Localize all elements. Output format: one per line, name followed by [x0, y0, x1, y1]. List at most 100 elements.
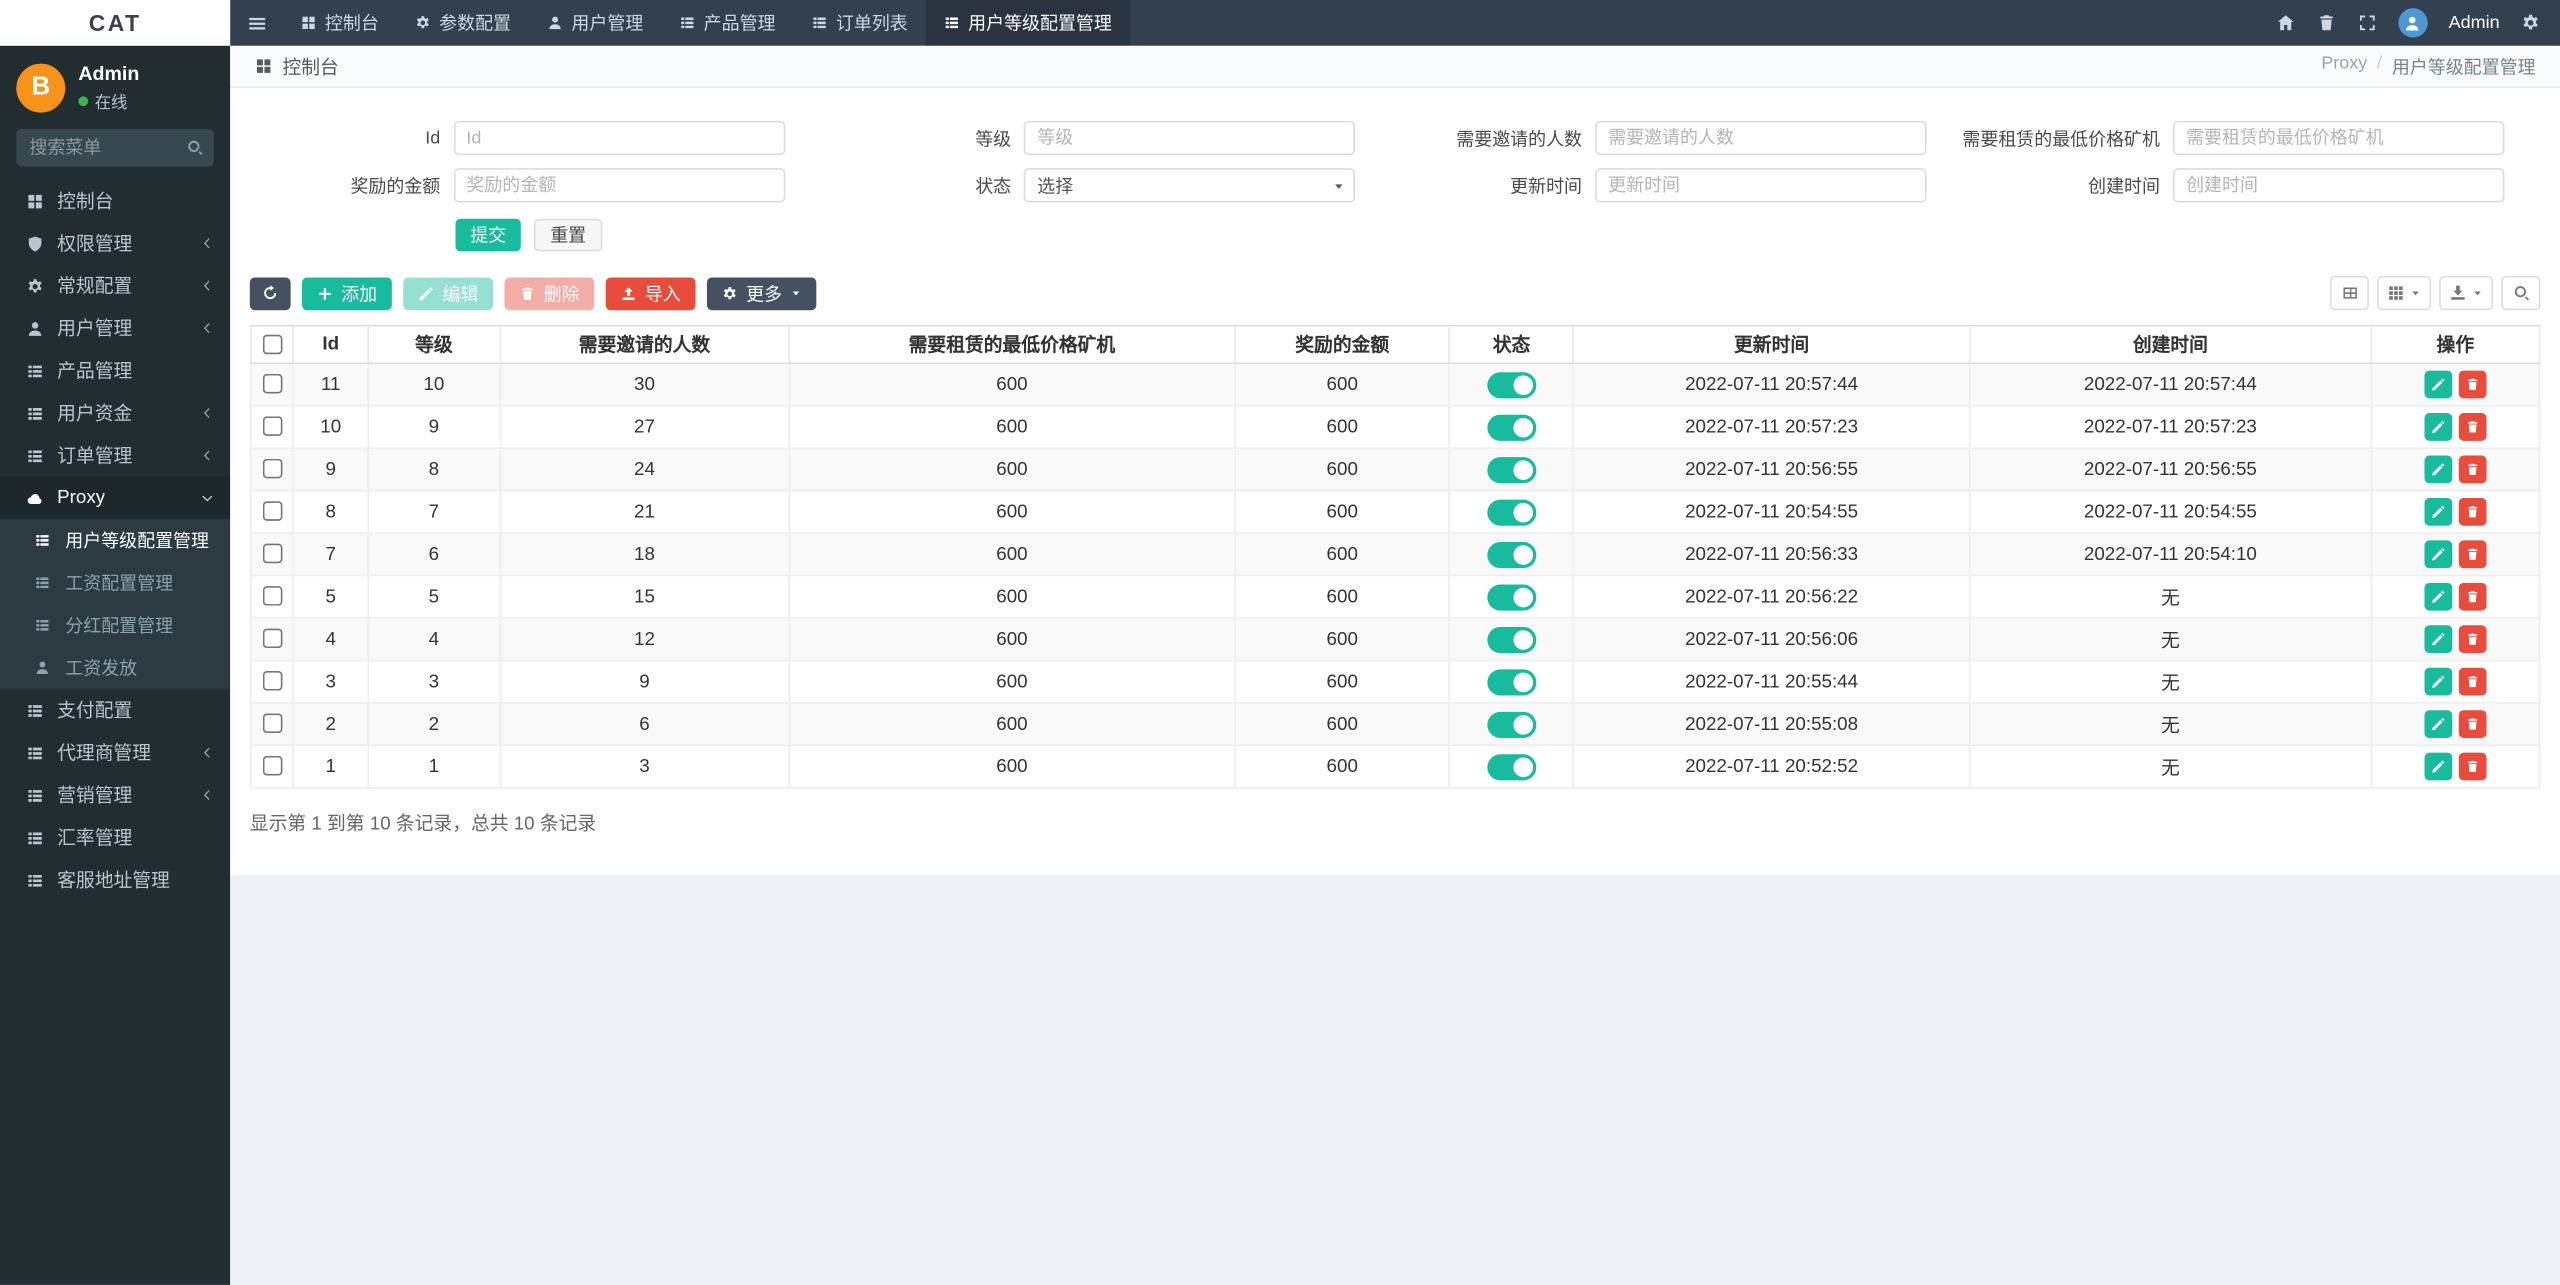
- row-checkbox[interactable]: [262, 459, 282, 480]
- row-checkbox[interactable]: [262, 671, 282, 692]
- row-checkbox[interactable]: [262, 502, 282, 522]
- refresh-button[interactable]: [249, 276, 291, 310]
- edit-row-button[interactable]: [2424, 540, 2453, 569]
- edit-row-button[interactable]: [2424, 710, 2453, 738]
- sidebar-subitem[interactable]: 工资发放: [0, 647, 230, 689]
- sidebar-toggle-button[interactable]: [230, 0, 282, 46]
- column-header[interactable]: 操作: [2370, 324, 2541, 365]
- row-checkbox[interactable]: [262, 544, 282, 565]
- status-toggle[interactable]: [1486, 626, 1536, 653]
- filter-input-reward[interactable]: [453, 168, 785, 203]
- filter-input-updated[interactable]: [1595, 168, 1927, 203]
- delete-row-button[interactable]: [2458, 667, 2487, 696]
- sidebar-item[interactable]: 常规配置: [0, 264, 230, 306]
- filter-input-min-rent[interactable]: [2173, 120, 2505, 156]
- view-toggle-button[interactable]: [2329, 275, 2369, 311]
- home-icon[interactable]: [2276, 13, 2296, 33]
- sidebar-item[interactable]: 支付配置: [0, 689, 230, 731]
- status-toggle[interactable]: [1486, 668, 1536, 695]
- sidebar-item[interactable]: 用户管理: [0, 307, 230, 349]
- import-button[interactable]: 导入: [605, 276, 696, 310]
- sidebar-item[interactable]: 产品管理: [0, 349, 230, 391]
- sidebar-item[interactable]: 代理商管理: [0, 731, 230, 773]
- sidebar-item[interactable]: 客服地址管理: [0, 859, 230, 901]
- sidebar-search-button[interactable]: [175, 129, 214, 167]
- status-toggle[interactable]: [1486, 498, 1536, 525]
- row-checkbox[interactable]: [262, 756, 282, 777]
- edit-row-button[interactable]: [2424, 667, 2453, 696]
- sidebar-item[interactable]: 汇率管理: [0, 816, 230, 858]
- status-select[interactable]: 选择: [1024, 168, 1356, 203]
- column-header[interactable]: 等级: [367, 324, 501, 365]
- status-toggle[interactable]: [1486, 711, 1536, 738]
- delete-row-button[interactable]: [2458, 370, 2487, 399]
- sidebar-subitem[interactable]: 工资配置管理: [0, 562, 230, 604]
- delete-row-button[interactable]: [2458, 497, 2487, 526]
- status-toggle[interactable]: [1486, 371, 1536, 398]
- delete-row-button[interactable]: [2458, 752, 2487, 781]
- edit-button[interactable]: 编辑: [403, 276, 494, 310]
- column-header[interactable]: 奖励的金额: [1234, 324, 1451, 365]
- filter-input-invites[interactable]: [1595, 120, 1927, 156]
- status-toggle[interactable]: [1486, 753, 1536, 780]
- row-checkbox[interactable]: [262, 629, 282, 649]
- reset-button[interactable]: 重置: [533, 218, 603, 252]
- edit-row-button[interactable]: [2424, 497, 2453, 526]
- sidebar-search-input[interactable]: [16, 128, 175, 167]
- column-header[interactable]: Id: [292, 324, 369, 365]
- trash-icon[interactable]: [2316, 13, 2336, 33]
- status-toggle[interactable]: [1486, 541, 1536, 568]
- topbar-username[interactable]: Admin: [2449, 13, 2500, 33]
- status-toggle[interactable]: [1486, 456, 1536, 483]
- search-toggle-button[interactable]: [2501, 275, 2541, 311]
- expand-icon[interactable]: [2357, 13, 2377, 33]
- delete-row-button[interactable]: [2458, 710, 2487, 738]
- more-button[interactable]: 更多: [706, 276, 817, 310]
- edit-row-button[interactable]: [2424, 752, 2453, 781]
- filter-input-level[interactable]: [1024, 120, 1356, 156]
- topbar-tab[interactable]: 产品管理: [661, 0, 793, 46]
- delete-row-button[interactable]: [2458, 413, 2487, 441]
- row-checkbox[interactable]: [262, 374, 282, 395]
- sidebar-subitem[interactable]: 用户等级配置管理: [0, 519, 230, 561]
- column-header[interactable]: 创建时间: [1968, 324, 2372, 365]
- add-button[interactable]: 添加: [302, 276, 392, 310]
- gear-icon[interactable]: [2521, 13, 2541, 33]
- column-header[interactable]: 需要邀请的人数: [499, 324, 790, 365]
- sidebar-item[interactable]: 营销管理: [0, 774, 230, 816]
- delete-row-button[interactable]: [2458, 625, 2487, 654]
- sidebar-item[interactable]: 控制台: [0, 180, 230, 222]
- select-all-checkbox[interactable]: [262, 334, 282, 355]
- delete-row-button[interactable]: [2458, 582, 2487, 611]
- row-checkbox[interactable]: [262, 586, 282, 607]
- delete-button[interactable]: 删除: [504, 276, 595, 310]
- status-toggle[interactable]: [1486, 413, 1536, 440]
- column-header[interactable]: 更新时间: [1572, 324, 1971, 365]
- edit-row-button[interactable]: [2424, 413, 2453, 441]
- filter-input-id[interactable]: [453, 120, 785, 156]
- sidebar-item[interactable]: 订单管理: [0, 434, 230, 476]
- topbar-tab[interactable]: 参数配置: [397, 0, 529, 46]
- sidebar-item[interactable]: Proxy: [0, 476, 231, 520]
- sidebar-subitem[interactable]: 分红配置管理: [0, 604, 230, 646]
- topbar-tab[interactable]: 用户等级配置管理: [925, 0, 1130, 46]
- filter-input-created[interactable]: [2173, 168, 2505, 203]
- delete-row-button[interactable]: [2458, 455, 2487, 484]
- row-checkbox[interactable]: [262, 417, 282, 437]
- row-checkbox[interactable]: [262, 714, 282, 734]
- edit-row-button[interactable]: [2424, 582, 2453, 611]
- sidebar-item[interactable]: 用户资金: [0, 392, 230, 434]
- edit-row-button[interactable]: [2424, 370, 2453, 399]
- avatar[interactable]: [2398, 8, 2428, 38]
- export-button[interactable]: [2439, 275, 2494, 311]
- status-toggle[interactable]: [1486, 583, 1536, 610]
- topbar-tab[interactable]: 用户管理: [529, 0, 661, 46]
- delete-row-button[interactable]: [2458, 540, 2487, 569]
- edit-row-button[interactable]: [2424, 625, 2453, 654]
- column-header[interactable]: 状态: [1448, 324, 1575, 365]
- topbar-tab[interactable]: 控制台: [282, 0, 396, 46]
- column-header[interactable]: 需要租赁的最低价格矿机: [788, 324, 1236, 365]
- sidebar-item[interactable]: 权限管理: [0, 222, 230, 264]
- edit-row-button[interactable]: [2424, 455, 2453, 484]
- submit-button[interactable]: 提交: [455, 218, 521, 252]
